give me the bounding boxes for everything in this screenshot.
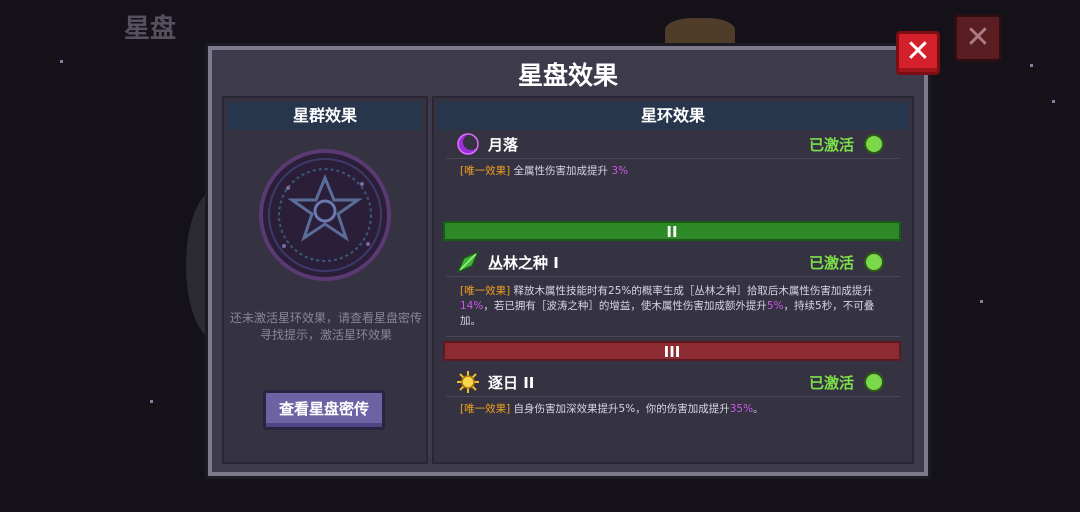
effect-name: 逐日 II [488,374,535,392]
star [980,300,983,303]
star [1052,100,1055,103]
star [150,400,153,403]
background-orb [665,18,735,48]
effect-status: 已激活 [808,136,854,154]
effect-row-chase-sun: 逐日 II 已激活 [446,368,900,397]
leaf-gem-icon [456,250,480,274]
star [1030,64,1033,67]
desc-highlight: 5% [766,300,784,312]
view-star-disk-secrets-button[interactable]: 查看星盘密传 [263,390,385,430]
desc-highlight: 35% [729,403,754,415]
star [60,60,63,63]
crescent-moon-icon [457,133,479,155]
desc-text: 。 [753,403,764,415]
sun-icon [457,371,479,393]
close-button[interactable]: ✕ [896,31,940,75]
effect-description: [唯一效果] 全属性伤害加成提升 3% [460,164,890,179]
effect-name: 丛林之种 I [488,254,559,272]
desc-highlight: 3% [611,165,629,177]
desc-text: 全属性伤害加成提升 [510,165,612,177]
desc-text: ，若已拥有［波涛之种］的增益，使木属性伤害加成额外提升 [483,300,767,312]
active-indicator-icon [864,372,884,392]
effect-description: [唯一效果] 释放木属性技能时有25%的概率生成［丛林之种］拾取后木属性伤害加成… [460,284,890,329]
effect-status: 已激活 [808,254,854,272]
effect-row-jungle-seed: 丛林之种 I 已激活 [446,248,900,277]
modal-title: 星盘效果 [517,61,618,90]
star-ring-effects-header: 星环效果 [438,102,908,130]
background-close-icon: ✕ [954,14,1002,62]
background-title: 星盘 [124,14,177,44]
effect-name: 月落 [488,136,519,154]
close-icon: ✕ [905,34,931,69]
effect-tag: [唯一效果] [460,403,511,415]
desc-text: 自身伤害加深效果提升5%，你的伤害加成提升 [510,403,730,415]
desc-text: 释放木属性技能时有25%的概率生成［丛林之种］拾取后木属性伤害加成提升 [510,285,873,297]
effect-tag: [唯一效果] [460,285,511,297]
active-indicator-icon [864,252,884,272]
tier-3-bar: III [443,341,901,361]
active-indicator-icon [864,134,884,154]
inactive-hint-text: 还未激活星环效果，请查看星盘密传寻找提示，激活星环效果 [229,311,422,342]
effect-description: [唯一效果] 自身伤害加深效果提升5%，你的伤害加成提升35%。 [460,402,890,417]
effect-status: 已激活 [808,374,854,392]
tier-2-bar: II [443,221,901,241]
desc-highlight: 14% [460,300,484,312]
divider [446,336,900,337]
constellation-effects-header: 星群效果 [228,102,422,130]
star-disk-icon [259,149,391,281]
effect-tag: [唯一效果] [460,165,511,177]
effect-row-moonfall: 月落 已激活 [446,130,900,159]
